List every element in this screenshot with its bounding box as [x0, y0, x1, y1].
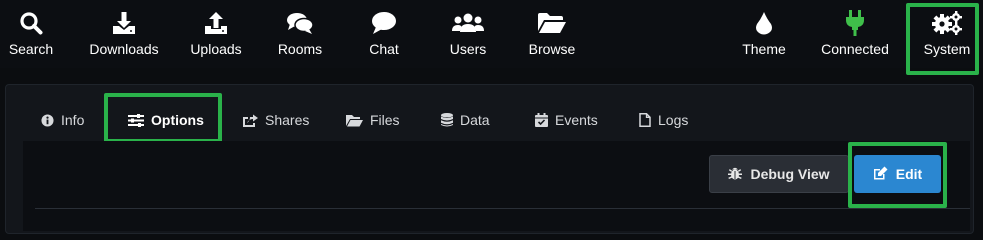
tab-logs[interactable]: Logs	[639, 100, 688, 140]
tab-shares-label: Shares	[265, 112, 310, 128]
tab-info[interactable]: Info	[41, 100, 84, 140]
tab-data-label: Data	[460, 112, 490, 128]
file-icon	[639, 113, 651, 127]
nav-downloads-label: Downloads	[89, 41, 159, 57]
section-divider	[35, 208, 970, 209]
nav-browse-label: Browse	[528, 41, 576, 57]
tab-options[interactable]: Options	[128, 100, 204, 140]
info-circle-icon	[41, 113, 54, 127]
nav-users-label: Users	[449, 41, 487, 57]
tab-info-label: Info	[61, 112, 85, 128]
nav-users[interactable]: Users	[446, 0, 490, 68]
comments-icon	[286, 10, 314, 36]
nav-connected-label: Connected	[821, 41, 889, 57]
tab-shares[interactable]: Shares	[242, 100, 309, 140]
plug-icon	[845, 10, 865, 36]
nav-system[interactable]: System	[918, 0, 976, 68]
droplet-icon	[755, 10, 773, 36]
nav-downloads[interactable]: Downloads	[87, 0, 161, 68]
nav-rooms[interactable]: Rooms	[275, 0, 325, 68]
edit-button[interactable]: Edit	[854, 155, 941, 193]
nav-chat-label: Chat	[369, 41, 399, 57]
folder-open-icon	[346, 114, 363, 127]
nav-search[interactable]: Search	[6, 0, 56, 68]
debug-view-button[interactable]: Debug View	[709, 155, 849, 193]
database-icon	[441, 113, 453, 127]
gears-icon	[931, 10, 963, 36]
bug-icon	[728, 166, 743, 183]
nav-rooms-label: Rooms	[277, 41, 323, 57]
tab-data[interactable]: Data	[441, 100, 490, 140]
tab-options-label: Options	[151, 112, 204, 128]
calendar-check-icon	[535, 113, 548, 127]
tab-files-label: Files	[370, 112, 400, 128]
sliders-icon	[128, 113, 144, 127]
top-navigation-bar: Search Downloads Uploads Rooms Chat User…	[0, 0, 983, 68]
users-icon	[452, 10, 484, 36]
nav-connected[interactable]: Connected	[819, 0, 891, 68]
download-icon	[112, 10, 136, 36]
nav-uploads-label: Uploads	[190, 41, 242, 57]
folder-open-icon	[537, 10, 567, 36]
search-icon	[19, 10, 43, 36]
nav-browse[interactable]: Browse	[526, 0, 578, 68]
nav-theme-label: Theme	[742, 41, 786, 57]
tab-files[interactable]: Files	[346, 100, 400, 140]
upload-icon	[204, 10, 228, 36]
nav-system-label: System	[923, 41, 971, 57]
tab-events-label: Events	[555, 112, 598, 128]
edit-button-label: Edit	[895, 166, 923, 182]
nav-chat[interactable]: Chat	[362, 0, 406, 68]
nav-search-label: Search	[8, 41, 54, 57]
debug-view-button-label: Debug View	[750, 166, 830, 182]
tab-logs-label: Logs	[658, 112, 689, 128]
share-square-icon	[242, 114, 258, 127]
tab-events[interactable]: Events	[535, 100, 598, 140]
nav-uploads[interactable]: Uploads	[189, 0, 243, 68]
nav-theme[interactable]: Theme	[740, 0, 788, 68]
comment-icon	[371, 10, 397, 36]
edit-icon	[873, 166, 888, 183]
